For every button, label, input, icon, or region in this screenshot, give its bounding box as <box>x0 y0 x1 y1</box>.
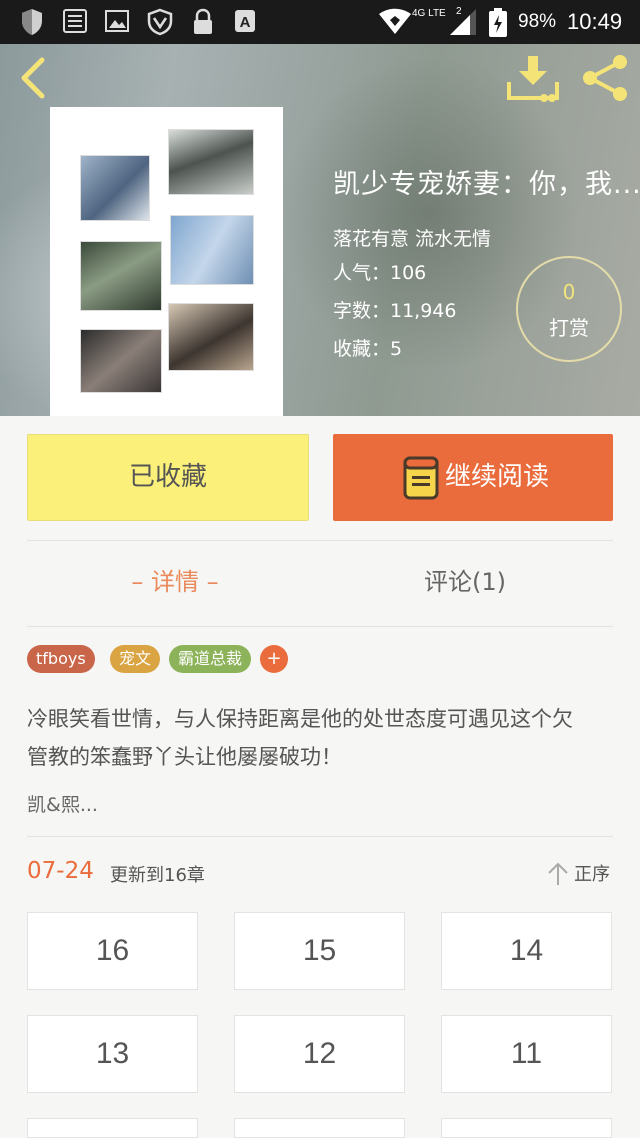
chapter-button[interactable]: 12 <box>234 1015 405 1093</box>
favorited-label: 已收藏 <box>128 462 207 492</box>
battery-icon <box>489 8 507 37</box>
divider <box>27 836 613 837</box>
favorite-count: 收藏：5 <box>333 338 403 360</box>
update-date: 07-24 <box>27 858 94 884</box>
tab-comments[interactable]: 评论(1) <box>400 560 530 604</box>
chapter-button[interactable] <box>27 1118 198 1138</box>
status-bar: A 4G LTE 2 98% 10:49 <box>0 0 640 44</box>
sort-order-button[interactable]: 正序 <box>546 860 616 888</box>
popularity: 人气：106 <box>333 262 427 284</box>
image-icon <box>105 10 129 32</box>
favorited-button[interactable]: 已收藏 <box>27 434 309 521</box>
chapter-button[interactable] <box>234 1118 405 1138</box>
book-icon <box>403 456 439 500</box>
download-icon[interactable] <box>506 54 560 102</box>
cover-photo <box>170 215 254 285</box>
battery-percent: 98% <box>518 11 557 32</box>
svg-text:A: A <box>240 14 251 31</box>
divider <box>27 540 613 541</box>
shield-icon <box>22 9 42 35</box>
description-line-2: 管教的笨蠢野丫头让他屡屡破功！ <box>27 745 342 769</box>
tag-badao-zongcai[interactable]: 霸道总裁 <box>169 645 252 673</box>
chapter-button[interactable]: 11 <box>441 1015 612 1093</box>
reward-label: 打赏 <box>549 316 589 340</box>
cover-photo <box>80 155 150 221</box>
clock: 10:49 <box>567 9 623 34</box>
continue-reading-label: 继续阅读 <box>445 462 550 492</box>
divider <box>27 626 613 627</box>
book-cover[interactable] <box>50 107 283 416</box>
share-icon[interactable] <box>578 54 632 102</box>
vpn-shield-icon <box>147 8 173 36</box>
cover-photo <box>168 303 254 371</box>
description-line-1: 冷眼笑看世情，与人保持距离是他的处世态度可遇见这个欠 <box>27 707 573 731</box>
tag-tfboys[interactable]: tfboys <box>27 645 95 673</box>
chapter-button[interactable]: 13 <box>27 1015 198 1093</box>
cover-photo <box>80 241 162 311</box>
description-note: 凯&熙... <box>27 794 98 816</box>
cover-photo <box>168 129 254 195</box>
reward-button[interactable]: 0 打赏 <box>516 256 622 362</box>
chapter-button[interactable]: 15 <box>234 912 405 990</box>
tab-detail[interactable]: – 详情 – <box>120 560 230 604</box>
wifi-icon <box>379 8 411 34</box>
network-type: 4G LTE <box>412 8 446 19</box>
tag-chongwen[interactable]: 宠文 <box>110 645 161 673</box>
chapter-button[interactable]: 14 <box>441 912 612 990</box>
arrow-up-icon <box>548 862 568 885</box>
storage-icon <box>63 9 87 33</box>
book-author[interactable]: 落花有意 流水无情 <box>333 224 491 251</box>
word-count: 字数：11,946 <box>333 300 457 322</box>
lock-icon <box>194 8 212 34</box>
chapter-button[interactable] <box>441 1118 612 1138</box>
chapter-button[interactable]: 16 <box>27 912 198 990</box>
book-title: 凯少专宠娇妻：你，我... <box>333 169 640 200</box>
update-status: 更新到16章 <box>110 865 205 886</box>
continue-reading-button[interactable]: 继续阅读 <box>333 434 613 521</box>
keyboard-a-icon: A <box>235 10 255 32</box>
cover-photo <box>80 329 162 393</box>
signal-icon <box>450 9 476 35</box>
back-icon[interactable] <box>12 56 56 100</box>
book-header: 凯少专宠娇妻：你，我... 落花有意 流水无情 人气：106 字数：11,946… <box>0 44 640 416</box>
sort-order-label: 正序 <box>574 864 610 885</box>
reward-count: 0 <box>562 280 576 304</box>
add-tag-button[interactable]: + <box>260 645 288 673</box>
